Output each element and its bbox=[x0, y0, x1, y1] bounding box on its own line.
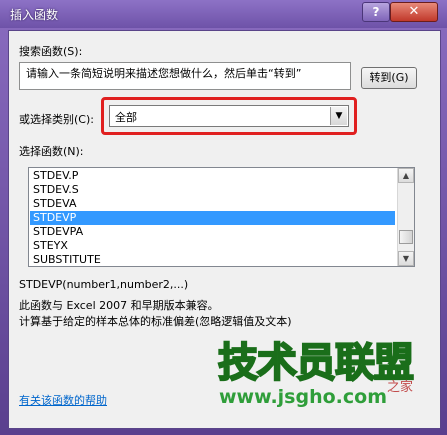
function-list-item[interactable]: STDEV.S bbox=[30, 183, 395, 197]
function-list-item[interactable]: SUBSTITUTE bbox=[30, 253, 395, 266]
scroll-down-icon[interactable]: ▼ bbox=[398, 251, 414, 266]
go-button[interactable]: 转到(G) bbox=[361, 67, 417, 89]
chevron-down-icon[interactable]: ▼ bbox=[330, 107, 347, 125]
dialog-body: 搜索函数(S): 请输入一条简短说明来描述您想做什么，然后单击“转到” 转到(G… bbox=[8, 30, 441, 429]
category-label: 或选择类别(C): bbox=[19, 113, 94, 126]
function-list-item[interactable]: STDEVA bbox=[30, 197, 395, 211]
dialog-frame: 插入函数 ? ✕ 搜索函数(S): 请输入一条简短说明来描述您想做什么，然后单击… bbox=[0, 0, 447, 435]
help-button[interactable]: ? bbox=[362, 2, 390, 22]
function-signature: STDEVP(number1,number2,...) bbox=[19, 278, 189, 291]
list-scrollbar[interactable]: ▲ ▼ bbox=[397, 168, 414, 266]
function-description-line1: 此函数与 Excel 2007 和早期版本兼容。 bbox=[19, 299, 219, 312]
function-list-item[interactable]: STDEVPA bbox=[30, 225, 395, 239]
function-list-label: 选择函数(N): bbox=[19, 145, 84, 158]
scroll-thumb[interactable] bbox=[399, 230, 413, 244]
function-list-item[interactable]: STEYX bbox=[30, 239, 395, 253]
category-selected-value: 全部 bbox=[115, 111, 137, 124]
dialog-title: 插入函数 bbox=[10, 8, 59, 22]
close-button[interactable]: ✕ bbox=[390, 2, 438, 22]
function-help-link[interactable]: 有关该函数的帮助 bbox=[19, 392, 107, 408]
category-select[interactable]: 全部 ▼ bbox=[109, 105, 349, 127]
search-input[interactable]: 请输入一条简短说明来描述您想做什么，然后单击“转到” bbox=[19, 62, 351, 90]
search-label: 搜索函数(S): bbox=[19, 45, 83, 58]
function-list-item[interactable]: STDEVP bbox=[30, 211, 395, 225]
function-list-item[interactable]: STDEV.P bbox=[30, 169, 395, 183]
function-description-line2: 计算基于给定的样本总体的标准偏差(忽略逻辑值及文本) bbox=[19, 315, 292, 328]
function-list[interactable]: SUBSTITUTE STEYX STDEVPA STDEVP STDEVA STDEV.… bbox=[28, 167, 415, 267]
title-bar: 插入函数 ? ✕ bbox=[0, 0, 447, 28]
scroll-up-icon[interactable]: ▲ bbox=[398, 168, 414, 183]
